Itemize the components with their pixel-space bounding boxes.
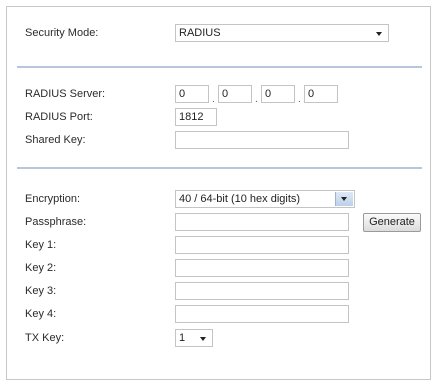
section-divider bbox=[17, 167, 422, 169]
txkey-row: TX Key: 1 bbox=[7, 329, 430, 349]
key3-label: Key 3: bbox=[25, 285, 57, 297]
security-mode-label: Security Mode: bbox=[25, 27, 99, 39]
wireless-security-panel: Security Mode: RADIUS RADIUS Server: 0 .… bbox=[6, 6, 431, 380]
key1-input[interactable] bbox=[175, 236, 349, 254]
radius-server-octet-1[interactable]: 0 bbox=[175, 85, 209, 103]
section-divider bbox=[17, 66, 422, 68]
generate-button[interactable]: Generate bbox=[363, 213, 421, 232]
radius-server-row: RADIUS Server: 0 . 0 . 0 . 0 bbox=[7, 85, 430, 105]
key3-row: Key 3: bbox=[7, 282, 430, 302]
radius-server-label: RADIUS Server: bbox=[25, 88, 106, 100]
key1-label: Key 1: bbox=[25, 239, 57, 251]
key4-input[interactable] bbox=[175, 305, 349, 323]
security-mode-select[interactable]: RADIUS bbox=[175, 24, 389, 42]
key2-label: Key 2: bbox=[25, 262, 57, 274]
txkey-select[interactable]: 1 bbox=[175, 329, 213, 347]
txkey-value: 1 bbox=[179, 332, 186, 344]
radius-port-input[interactable]: 1812 bbox=[175, 108, 217, 126]
encryption-value: 40 / 64-bit (10 hex digits) bbox=[179, 193, 301, 205]
security-mode-row: Security Mode: RADIUS bbox=[7, 24, 430, 44]
txkey-label: TX Key: bbox=[25, 332, 65, 344]
encryption-row: Encryption: 40 / 64-bit (10 hex digits) bbox=[7, 190, 430, 210]
radius-server-octet-2[interactable]: 0 bbox=[218, 85, 252, 103]
shared-key-label: Shared Key: bbox=[25, 134, 86, 146]
shared-key-input[interactable] bbox=[175, 131, 349, 149]
radius-server-octet-4[interactable]: 0 bbox=[304, 85, 338, 103]
octet-separator: . bbox=[255, 94, 258, 105]
radius-port-label: RADIUS Port: bbox=[25, 111, 93, 123]
radius-server-octet-3[interactable]: 0 bbox=[261, 85, 295, 103]
key4-row: Key 4: bbox=[7, 305, 430, 325]
octet-separator: . bbox=[212, 94, 215, 105]
octet-separator: . bbox=[298, 94, 301, 105]
passphrase-row: Passphrase: Generate bbox=[7, 213, 430, 233]
encryption-label: Encryption: bbox=[25, 193, 81, 205]
key2-input[interactable] bbox=[175, 259, 349, 277]
shared-key-row: Shared Key: bbox=[7, 131, 430, 151]
encryption-select[interactable]: 40 / 64-bit (10 hex digits) bbox=[175, 190, 355, 208]
chevron-down-icon bbox=[335, 192, 353, 206]
radius-port-row: RADIUS Port: 1812 bbox=[7, 108, 430, 128]
chevron-down-icon bbox=[376, 32, 382, 36]
key1-row: Key 1: bbox=[7, 236, 430, 256]
key4-label: Key 4: bbox=[25, 308, 57, 320]
chevron-down-icon bbox=[200, 337, 206, 341]
passphrase-input[interactable] bbox=[175, 213, 349, 231]
passphrase-label: Passphrase: bbox=[25, 216, 87, 228]
key2-row: Key 2: bbox=[7, 259, 430, 279]
key3-input[interactable] bbox=[175, 282, 349, 300]
security-mode-value: RADIUS bbox=[179, 27, 221, 39]
